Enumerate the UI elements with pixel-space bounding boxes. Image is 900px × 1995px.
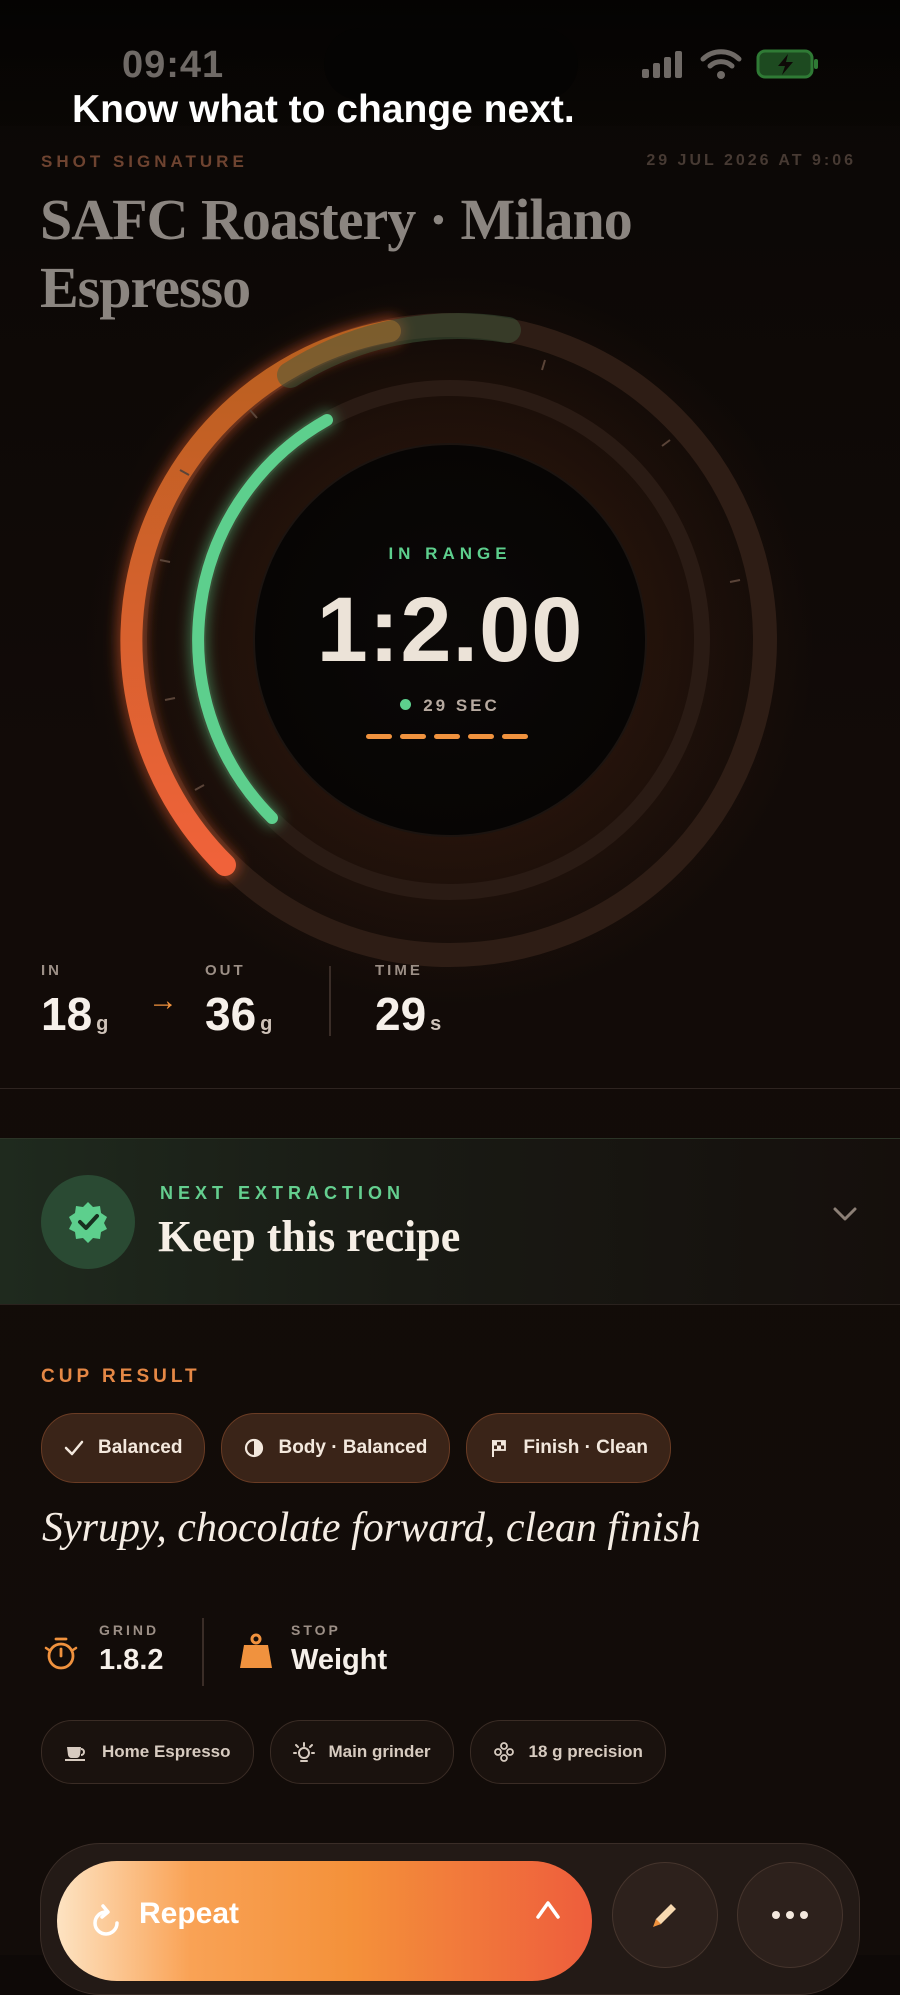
grind-setting: GRIND 1.8.2 [99,1622,164,1677]
half-circle-icon [245,1438,264,1458]
stop-label: STOP [291,1622,341,1638]
repeat-button[interactable]: Repeat [57,1861,592,1981]
edit-button[interactable] [612,1862,718,1968]
cup-result-heading: CUP RESULT [41,1366,201,1387]
equipment-label: 18 g precision [528,1742,643,1761]
shot-duration: 29 SEC [0,696,900,716]
stat-out-value: 36 [205,988,257,1040]
stop-value: Weight [291,1644,388,1676]
shot-signature-label: SHOT SIGNATURE [41,152,248,171]
status-time: 09:41 [122,44,225,86]
next-extraction-title: Keep this recipe [158,1212,461,1261]
check-icon [64,1440,84,1456]
next-extraction-card[interactable]: NEXT EXTRACTION Keep this recipe [0,1138,900,1305]
cup-icon [65,1747,85,1761]
stat-out-unit: g [260,1013,273,1035]
stop-mode: STOP Weight [291,1622,387,1677]
equipment-machine[interactable]: Home Espresso [41,1720,254,1784]
equipment-label: Main grinder [328,1742,431,1761]
shot-duration-text: 29 SEC [423,696,500,715]
chip-label: Body · Balanced [278,1437,428,1458]
chip-balanced[interactable]: Balanced [41,1413,206,1483]
equipment-scale[interactable]: 18 g precision [469,1720,666,1784]
stat-out: OUT 36 g [205,962,272,1041]
progress-dashes [366,734,528,739]
cup-result-chips: Balanced Body · Balanced Finish · Clean [41,1413,671,1483]
shot-datestamp: 29 JUL 2026 AT 9:06 [646,152,856,169]
chevron-up-icon[interactable] [534,1897,562,1921]
stat-in-value: 18 [41,988,93,1040]
flag-icon [492,1440,507,1457]
stat-in-unit: g [96,1013,109,1035]
stat-in: IN 18 g [41,962,108,1041]
wifi-icon [700,49,742,79]
chip-body[interactable]: Body · Balanced [221,1413,451,1483]
cellular-signal-icon [642,51,682,78]
next-extraction-label: NEXT EXTRACTION [160,1183,406,1203]
tasting-note: Syrupy, chocolate forward, clean finish [42,1505,701,1551]
timer-icon [44,1637,78,1670]
arrow-right-icon: → [148,984,178,1017]
chip-label: Finish · Clean [523,1437,648,1458]
equipment-pills: Home Espresso Main grinder 18 g precisio… [41,1720,666,1784]
grind-label: GRIND [99,1622,160,1638]
stat-divider [329,966,331,1036]
weight-icon [240,1633,272,1668]
stat-time-label: TIME [375,962,423,979]
grind-value: 1.8.2 [99,1644,164,1676]
status-dot [400,699,412,710]
repeat-icon [93,1904,119,1936]
stat-time: TIME 29 s [375,962,441,1041]
chip-finish[interactable]: Finish · Clean [466,1413,671,1483]
equipment-grinder[interactable]: Main grinder [269,1720,454,1784]
equipment-label: Home Espresso [102,1742,231,1761]
repeat-label: Repeat [139,1897,240,1930]
grinder-icon [292,1742,315,1762]
range-status: IN RANGE [388,544,512,563]
more-button[interactable] [737,1862,843,1968]
battery-charging-icon [756,49,818,79]
chip-label: Balanced [98,1437,183,1458]
more-icon [772,1911,808,1919]
section-divider [0,1088,900,1089]
overlay-heading: Know what to change next. [72,88,575,131]
brew-ratio: 1:2.00 [316,579,584,681]
stat-in-label: IN [41,962,62,979]
grind-stop-divider [202,1618,204,1686]
verified-badge-icon [69,1202,107,1243]
scale-icon [493,1742,514,1762]
target-zone-arc [277,313,521,388]
pencil-icon [653,1904,676,1927]
chevron-down-icon[interactable] [832,1205,858,1223]
stat-time-unit: s [430,1013,442,1035]
stat-out-label: OUT [205,962,246,979]
verified-badge [41,1175,135,1269]
stat-time-value: 29 [375,988,427,1040]
